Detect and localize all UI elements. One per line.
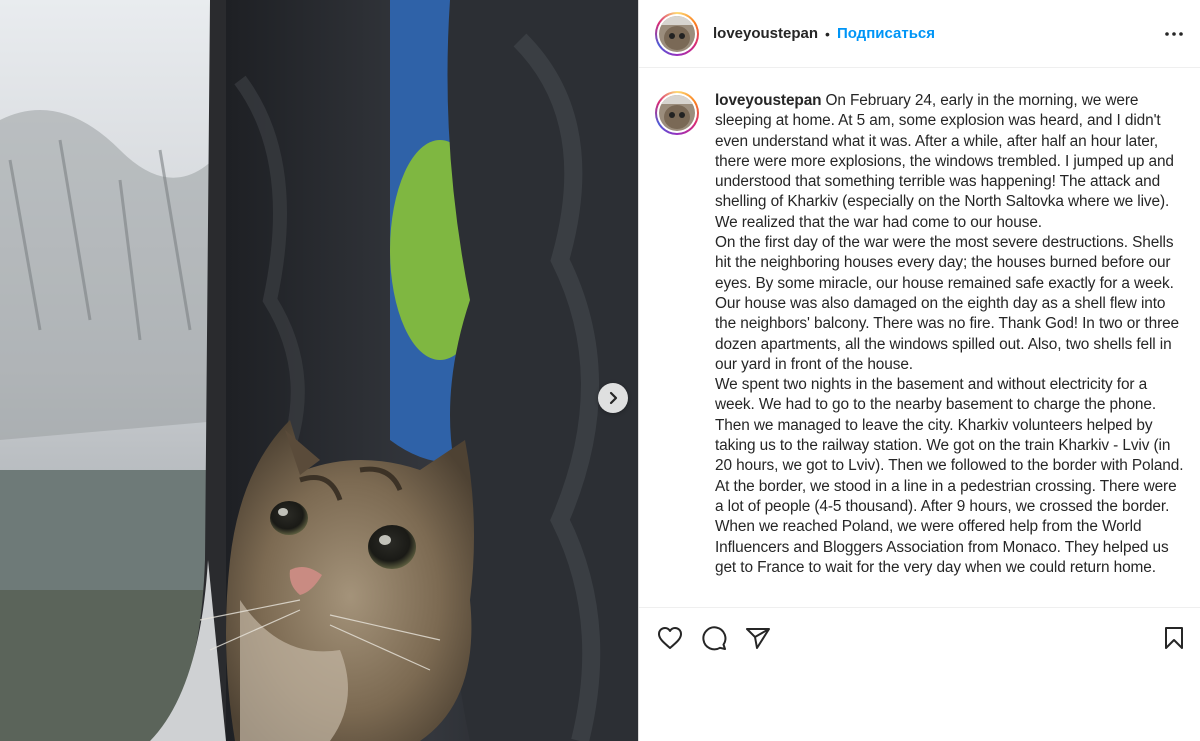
post-photo [0,0,638,741]
instagram-post: loveyoustepan • Подписаться loveyoustepa… [0,0,1200,741]
comment-icon [702,625,727,650]
caption-paragraph: When we reached Poland, we were offered … [715,518,1169,576]
share-button[interactable] [745,626,771,650]
caption-paragraph: On February 24, early in the morning, we… [715,92,1174,231]
caption-username[interactable]: loveyoustepan [715,92,822,109]
paper-plane-icon [746,627,770,649]
bookmark-icon [1165,626,1183,649]
chevron-right-icon [609,391,618,405]
heart-icon [658,626,682,649]
follow-button[interactable]: Подписаться [837,25,935,42]
comments-area[interactable]: loveyoustepan On February 24, early in th… [639,69,1200,607]
header-username[interactable]: loveyoustepan [713,25,818,42]
like-button[interactable] [657,626,683,650]
post-header: loveyoustepan • Подписаться [639,0,1200,68]
avatar[interactable] [655,11,699,56]
comment-button[interactable] [701,625,727,651]
caption: loveyoustepan On February 24, early in th… [655,91,1185,578]
caption-paragraph: We spent two nights in the basement and … [715,376,1184,515]
next-photo-button[interactable] [598,383,628,413]
avatar-image [659,15,695,52]
more-options-button[interactable] [1164,31,1184,37]
caption-paragraph: On the first day of the war were the mos… [715,234,1180,373]
action-bar [639,607,1200,667]
caption-avatar[interactable] [655,91,699,135]
separator-dot: • [825,25,830,42]
more-options-icon [1165,31,1183,36]
save-button[interactable] [1163,626,1185,650]
avatar-image [659,95,695,131]
caption-text: loveyoustepan On February 24, early in th… [715,91,1185,578]
post-media[interactable] [0,0,638,741]
post-sidebar: loveyoustepan • Подписаться loveyoustepa… [638,0,1200,741]
